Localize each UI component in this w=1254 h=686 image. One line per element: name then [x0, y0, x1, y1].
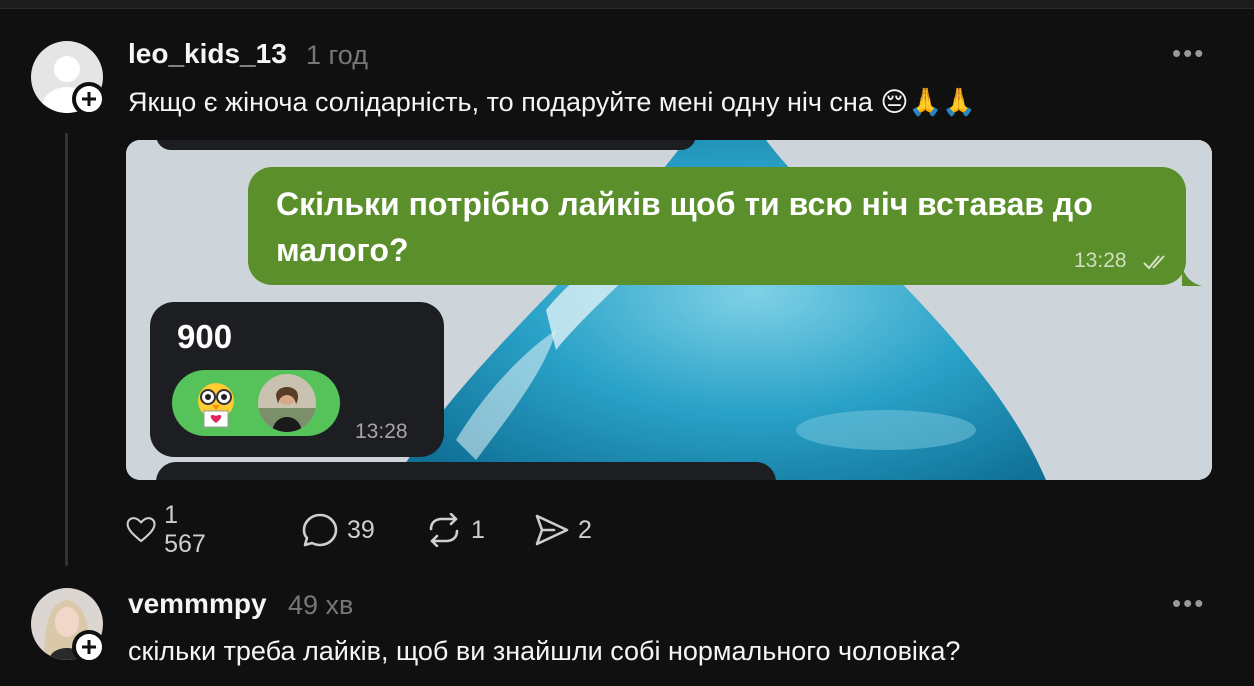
bubble-tail — [1182, 266, 1202, 286]
repost-count: 1 — [471, 515, 485, 544]
incoming-message-text: 900 — [177, 318, 233, 355]
send-icon — [535, 514, 569, 546]
double-check-icon — [1143, 255, 1165, 270]
incoming-message-time: 13:28 — [355, 420, 408, 443]
post-time: 49 хв — [288, 590, 354, 620]
post-username[interactable]: vemmmpy — [128, 588, 267, 620]
post-image[interactable]: Скільки потрібно лайків щоб ти всю ніч в… — [126, 140, 1212, 480]
reply-button[interactable]: 39 — [301, 510, 375, 550]
user-reaction-avatar — [258, 374, 316, 432]
share-count: 2 — [578, 515, 592, 544]
repost-icon — [429, 513, 459, 547]
like-button[interactable]: 1 567 — [126, 501, 214, 558]
duck-sticker-icon — [198, 383, 234, 428]
comment-icon — [302, 513, 338, 547]
outgoing-message-time: 13:28 — [1074, 249, 1127, 272]
post-text: Якщо є жіноча солідарність, то подаруйте… — [128, 87, 976, 117]
thread-line — [65, 133, 68, 566]
follow-plus-icon[interactable] — [72, 82, 106, 116]
top-divider — [0, 0, 1254, 9]
post-text: скільки треба лайків, щоб ви знайшли соб… — [128, 636, 961, 666]
outgoing-message-text: Скільки потрібно лайків щоб ти всю ніч в… — [276, 186, 1093, 268]
more-options-icon[interactable]: ••• — [1172, 38, 1205, 69]
share-button[interactable]: 2 — [534, 510, 592, 550]
reply-count: 39 — [347, 515, 375, 544]
incoming-message-bubble: 900 13:28 — [150, 302, 444, 457]
post-time: 1 год — [306, 40, 368, 70]
heart-icon — [126, 517, 156, 543]
like-count: 1 567 — [164, 501, 206, 558]
post-username[interactable]: leo_kids_13 — [128, 38, 287, 70]
more-options-icon[interactable]: ••• — [1172, 588, 1205, 619]
reaction-pill — [172, 370, 340, 436]
repost-button[interactable]: 1 — [425, 510, 485, 550]
follow-plus-icon[interactable] — [72, 630, 106, 664]
outgoing-message-bubble: Скільки потрібно лайків щоб ти всю ніч в… — [248, 167, 1186, 285]
